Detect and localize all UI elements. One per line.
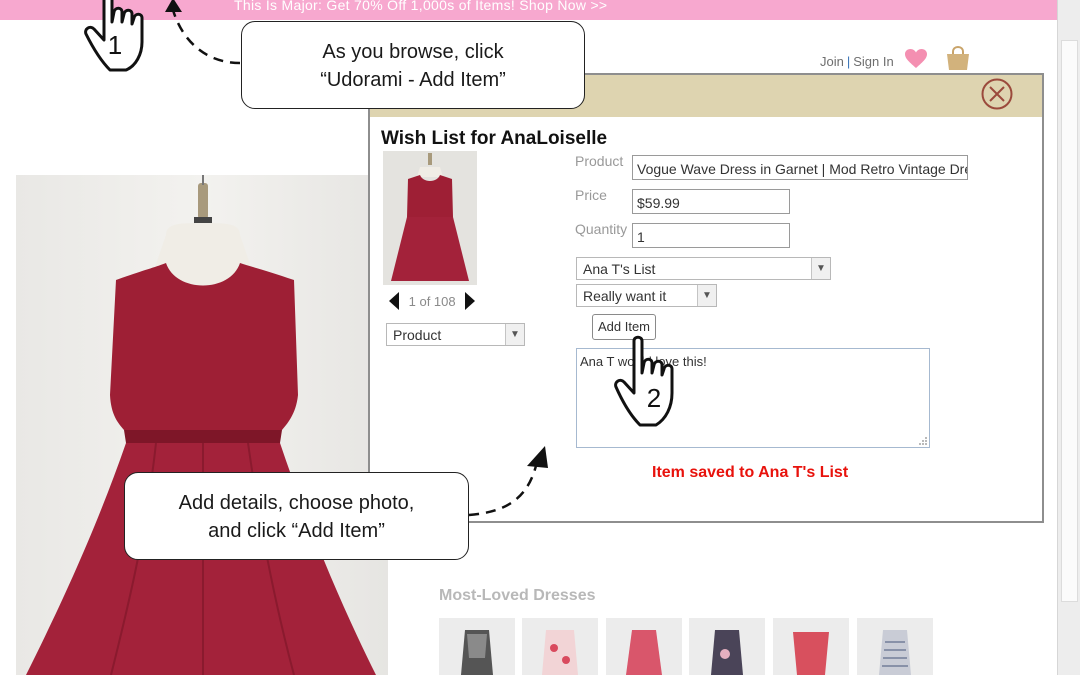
price-field[interactable]: $59.99 [632,189,790,214]
link-separator: | [846,54,851,69]
details-callout: Add details, choose photo, and click “Ad… [124,472,469,560]
browse-callout: As you browse, click “Udorami - Add Item… [241,21,585,109]
dress-image [26,175,376,675]
step-two-number: 2 [647,383,661,413]
product-name-field[interactable]: Vogue Wave Dress in Garnet | Mod Retro V… [632,155,968,180]
image-type-select[interactable]: Product ▼ [386,323,525,346]
product-label: Product [575,153,624,169]
promo-text[interactable]: This Is Major: Get 70% Off 1,000s of Ite… [234,0,607,12]
most-loved-title: Most-Loved Dresses [439,587,596,604]
priority-select-value: Really want it [583,288,667,304]
chevron-down-icon[interactable]: ▼ [811,258,830,279]
account-links: Join | Sign In [820,54,894,69]
scrollbar-thumb[interactable] [1061,40,1078,602]
details-callout-line2: and click “Add Item” [208,520,385,542]
details-callout-line1: Add details, choose photo, [178,492,415,514]
shopping-bag-icon[interactable] [944,44,972,72]
join-link[interactable]: Join [820,54,844,69]
prev-arrow-icon[interactable] [389,292,399,310]
list-select[interactable]: Ana T's List ▼ [576,257,831,280]
image-type-value: Product [393,327,442,343]
product-photo [16,175,388,675]
heart-icon[interactable] [904,47,928,71]
close-circle-icon[interactable] [980,77,1014,111]
step-one-number: 1 [108,30,122,60]
quantity-label: Quantity [575,221,628,237]
dress-thumbnail[interactable] [773,618,849,675]
price-label: Price [575,187,607,203]
pointing-hand-icon: 1 [84,0,144,72]
priority-select[interactable]: Really want it ▼ [576,284,717,307]
quantity-field[interactable]: 1 [632,223,790,248]
wishlist-title: Wish List for AnaLoiselle [381,128,608,149]
browse-callout-line2: “Udorami - Add Item” [320,69,506,91]
dress-thumbnail[interactable] [439,618,515,675]
resize-grip-icon[interactable] [919,437,927,445]
page-scrollbar[interactable] [1057,0,1080,675]
dress-thumbnail[interactable] [522,618,598,675]
wishlist-panel: Wish List for AnaLoiselle 1 of 108 Produ… [368,73,1044,523]
dress-thumbnail[interactable] [857,618,933,675]
product-thumbnail[interactable] [383,151,477,285]
image-pager: 1 of 108 [389,292,476,310]
saved-message: Item saved to Ana T's List [652,464,849,481]
dress-thumbnail[interactable] [606,618,682,675]
pointing-hand-icon: 2 [614,335,674,427]
browse-callout-line1: As you browse, click [322,41,504,63]
promo-banner[interactable]: This Is Major: Get 70% Off 1,000s of Ite… [0,0,1058,20]
list-select-value: Ana T's List [583,261,656,277]
pager-count: 1 of 108 [408,293,456,309]
signin-link[interactable]: Sign In [853,54,893,69]
next-arrow-icon[interactable] [465,292,476,310]
chevron-down-icon[interactable]: ▼ [505,324,524,345]
chevron-down-icon[interactable]: ▼ [697,285,716,306]
dress-thumbnail[interactable] [689,618,765,675]
